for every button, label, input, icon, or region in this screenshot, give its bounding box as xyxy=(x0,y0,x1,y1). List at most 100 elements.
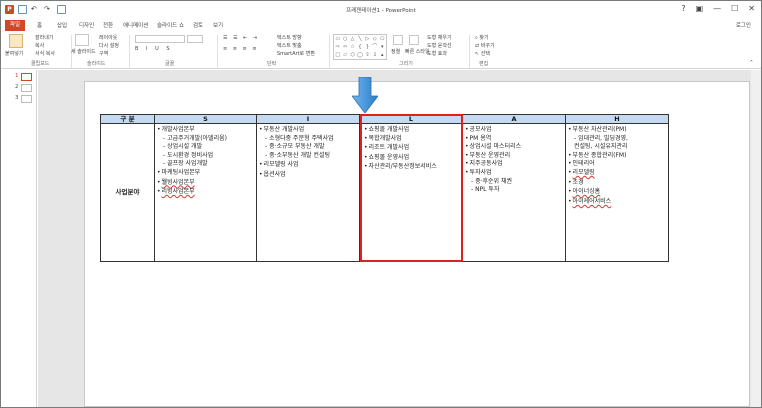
select-button[interactable]: ↖ 선택 xyxy=(475,50,490,57)
cut-button[interactable]: 잘라내기 xyxy=(35,34,53,41)
smartart-button[interactable]: SmartArt로 변환 xyxy=(277,50,315,57)
down-arrow-shape[interactable] xyxy=(352,77,378,113)
list-item: - 임대관리, 빌딩경영, xyxy=(574,134,628,142)
align-text-button[interactable]: 텍스트 맞춤 xyxy=(277,42,302,49)
reset-button[interactable]: 다시 설정 xyxy=(99,42,119,49)
separator xyxy=(329,35,330,68)
list-item: - 중·소규모 부동산 개발 xyxy=(265,143,325,151)
vertical-scrollbar[interactable] xyxy=(751,70,761,407)
arrange-button[interactable]: 정렬 xyxy=(391,48,400,55)
new-slide-icon[interactable] xyxy=(75,34,89,46)
list-item: - 고급주거개발(아델리움) xyxy=(163,134,227,142)
tab-insert[interactable]: 삽입 xyxy=(57,21,67,29)
font-format-icons[interactable]: B I U S xyxy=(135,46,173,52)
header-category: 구 분 xyxy=(100,114,155,124)
tab-home[interactable]: 홈 xyxy=(37,21,42,29)
list-item: - 상업시설 개발 xyxy=(163,143,203,151)
list-item: 아이너싱홈 xyxy=(568,188,666,197)
list-item: 아이케어서비스 xyxy=(568,198,666,207)
list-item: 투자사업 xyxy=(465,169,563,178)
tab-transitions[interactable]: 전환 xyxy=(103,21,113,29)
login-link[interactable]: 로그인 xyxy=(736,21,751,29)
header-a: A xyxy=(462,114,566,124)
list-item: - 소형다중 주문형 주택사업 xyxy=(265,134,334,142)
ribbon: 붙여넣기 잘라내기 복사 서식 복사 클립보드 새 슬라이드 레이아웃 다시 설… xyxy=(1,32,761,69)
slide-thumbnail[interactable] xyxy=(21,95,32,103)
separator xyxy=(217,35,218,68)
tab-file[interactable]: 파일 xyxy=(5,20,25,31)
list-item: 옵션사업 xyxy=(259,171,357,180)
cell-s[interactable]: 개발사업본부- 고급주거개발(아델리움)- 상업시설 개발- 도시환경 정비사업… xyxy=(154,123,257,262)
highlight-rectangle[interactable] xyxy=(360,114,463,262)
slide-thumbnail[interactable] xyxy=(21,73,32,81)
shape-effects-button[interactable]: 도형 효과 xyxy=(427,50,447,57)
list-item: - 중·소부동산 개발 컨설팅 xyxy=(265,151,330,159)
row-label: 사업분야 xyxy=(100,123,155,262)
cell-a[interactable]: 공모사업PM 용역상업시설 마스터리스부동산 운영관리지주공동사업투자사업- 중… xyxy=(462,123,566,262)
help-icon[interactable]: ? xyxy=(681,4,685,13)
list-item: 지주공동사업 xyxy=(465,160,563,169)
text-direction-button[interactable]: 텍스트 방향 xyxy=(277,34,302,41)
font-name-box[interactable] xyxy=(135,35,185,43)
align-icons[interactable]: ≡ ≡ ≡ ≡ xyxy=(223,46,259,52)
shape-fill-button[interactable]: 도형 채우기 xyxy=(427,34,452,41)
slides-group-label: 슬라이드 xyxy=(87,61,106,67)
tab-slideshow[interactable]: 슬라이드 쇼 xyxy=(157,21,184,29)
font-group-label: 글꼴 xyxy=(165,61,175,67)
list-item: 상업시설 마스터리스 xyxy=(465,143,563,152)
shapes-gallery[interactable]: ▭ ○ △ ╲ ▷ ◇ ⬠ ⇨ ⇦ ☆{} ⌒ ▾ □ ▱ ⬡ ◯ ⇧ ⇩ ▴ xyxy=(333,34,387,60)
find-button[interactable]: ⌕ 찾기 xyxy=(475,34,489,41)
tab-review[interactable]: 검토 xyxy=(193,21,203,29)
list-item: 부동산 개발사업 xyxy=(259,126,357,135)
list-item: 컨설팅, 시설유지관리 xyxy=(574,143,628,151)
ribbon-options-icon[interactable]: ▣ xyxy=(696,4,704,13)
minimize-icon[interactable]: — xyxy=(713,4,721,13)
list-item: 리모델링 사업 xyxy=(259,161,357,170)
format-painter-button[interactable]: 서식 복사 xyxy=(35,50,55,57)
layout-button[interactable]: 레이아웃 xyxy=(99,34,117,41)
ribbon-tabs: 파일 홈 삽입 디자인 전환 애니메이션 슬라이드 쇼 검토 보기 로그인 xyxy=(1,19,761,32)
slide-thumbnail[interactable] xyxy=(21,84,32,92)
tab-view[interactable]: 보기 xyxy=(213,21,223,29)
paste-icon[interactable] xyxy=(9,34,23,48)
list-icons[interactable]: ☰ ☰ ⇤ ⇥ xyxy=(223,35,259,41)
shape-outline-button[interactable]: 도형 윤곽선 xyxy=(427,42,452,49)
replace-button[interactable]: ⇄ 바꾸기 xyxy=(475,42,495,49)
separator xyxy=(129,35,130,68)
tab-design[interactable]: 디자인 xyxy=(79,21,94,29)
collapse-ribbon-icon[interactable]: ˄ xyxy=(750,60,753,67)
list-item: 웰빙사업본부 xyxy=(157,179,254,188)
section-button[interactable]: 구역 xyxy=(99,50,108,57)
list-item: 개발사업본부 xyxy=(157,126,254,135)
list-item: 인테리어 xyxy=(568,160,666,169)
list-item: 공모사업 xyxy=(465,126,563,135)
header-i: I xyxy=(256,114,360,124)
list-item: - 중·후순위 채권 xyxy=(471,177,513,185)
list-item: - NPL 투자 xyxy=(471,186,500,194)
window-controls: ? ▣ — ☐ ✕ xyxy=(681,4,755,13)
arrange-icon[interactable] xyxy=(393,35,403,45)
new-slide-button[interactable]: 새 슬라이드 xyxy=(71,48,96,55)
maximize-icon[interactable]: ☐ xyxy=(731,4,738,13)
cell-h[interactable]: 부동산 자산관리(PM)- 임대관리, 빌딩경영,컨설팅, 시설유지관리부동산 … xyxy=(565,123,669,262)
drawing-group-label: 그리기 xyxy=(399,61,413,67)
window-title: 프레젠테이션1 - PowerPoint xyxy=(346,8,416,14)
slide-thumbnails-pane: 1 2 3 xyxy=(1,70,37,407)
slide-number: 1 xyxy=(15,73,19,79)
editing-group-label: 편집 xyxy=(479,61,489,67)
title-bar: P ↶ ↷ 프레젠테이션1 - PowerPoint ? ▣ — ☐ ✕ xyxy=(1,1,761,18)
paragraph-group-label: 단락 xyxy=(267,61,277,67)
list-item: 리빙사업본부 xyxy=(157,188,254,197)
paste-button[interactable]: 붙여넣기 xyxy=(5,50,23,57)
copy-button[interactable]: 복사 xyxy=(35,42,44,49)
quick-styles-button[interactable]: 빠른 스타일 xyxy=(405,48,430,55)
list-item: 조경 xyxy=(568,179,666,188)
cell-i[interactable]: 부동산 개발사업- 소형다중 주문형 주택사업- 중·소규모 부동산 개발- 중… xyxy=(256,123,360,262)
header-s: S xyxy=(154,114,257,124)
header-h: H xyxy=(565,114,669,124)
quick-styles-icon[interactable] xyxy=(409,35,419,45)
tab-animations[interactable]: 애니메이션 xyxy=(123,21,148,29)
font-size-box[interactable] xyxy=(187,35,203,43)
close-icon[interactable]: ✕ xyxy=(748,4,755,13)
list-item: 마케팅사업본부 xyxy=(157,169,254,178)
